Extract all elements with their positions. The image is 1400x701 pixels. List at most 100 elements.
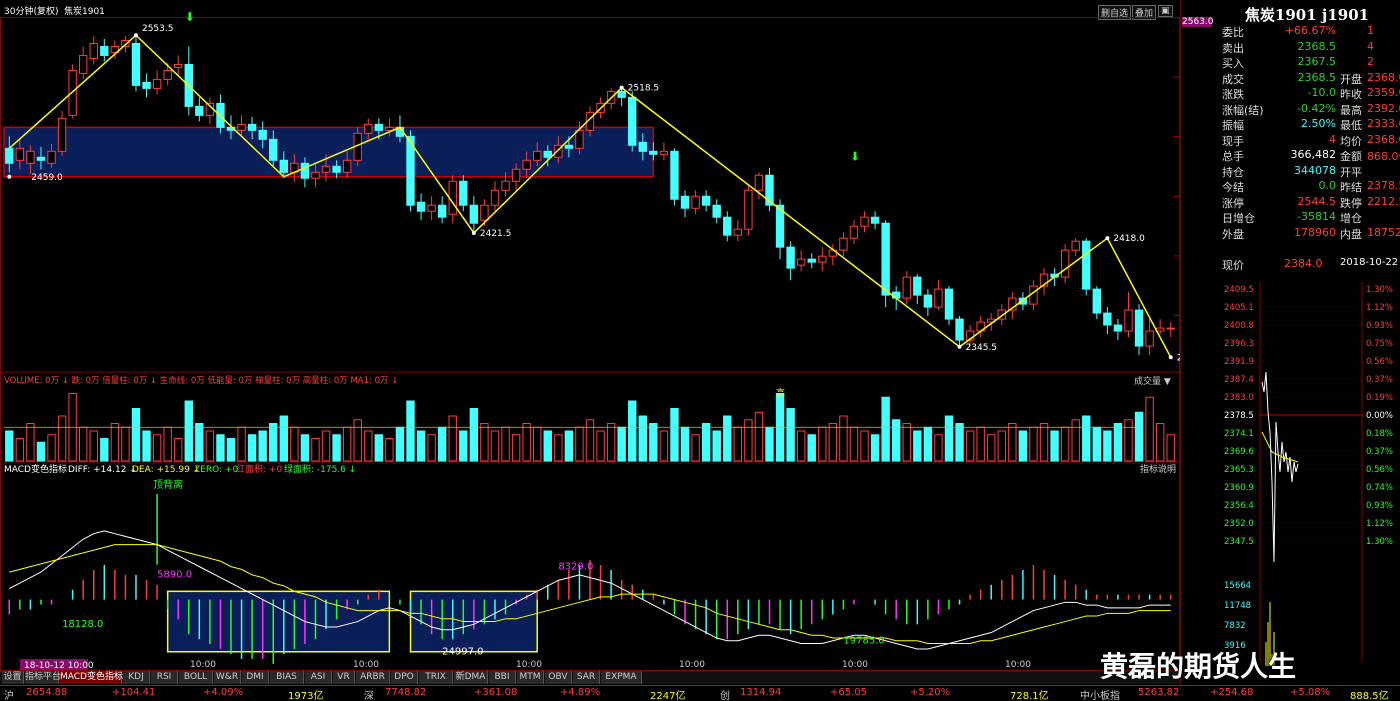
mini-pct-label: 0.00% [1366,411,1393,421]
down-arrow-icon: ⬇ [185,10,195,24]
candle-body [1113,324,1123,332]
candle-body [416,201,426,212]
volume-bar [807,434,816,462]
quote-row: 买入 2367.5 2 [1222,55,1400,69]
intraday-mini-chart[interactable]: 2409.5 2405.1 2400.8 2396.3 2391.9 2387.4 2383… [1222,282,1400,668]
volume-bar [1071,419,1080,462]
divergence-label: 顶背离 [153,478,183,491]
indicator-tab[interactable]: OBV [545,671,572,684]
indicator-tab[interactable]: DMI [242,671,269,684]
quote-value: 2367.5 [1297,55,1337,68]
candle-body [1060,249,1070,278]
time-axis-label: 10:00 [679,660,705,670]
volume-bar [332,434,341,462]
status-item: 创 [720,691,730,701]
macd-legend-zero: ZERO: +0 [194,465,238,475]
indicator-tab[interactable]: BOLL [179,671,213,684]
macd-legend-green: 绿面积: -175.6 ↓ [284,463,356,475]
indicator-tab[interactable]: RSI [151,671,178,684]
volume-menu-button[interactable]: 成交量 ▼ [1134,375,1171,387]
indicator-tab[interactable]: EXPMA [601,671,642,684]
mini-pct-label: 0.93% [1366,321,1393,331]
candle-body [385,126,394,131]
indicator-tab[interactable]: 指标平台 [25,671,61,684]
quote-row: 委比 +66.67% 1 [1222,24,1400,38]
quote-label2: 开平 [1340,165,1362,178]
indicator-tab[interactable]: W&R [214,671,241,684]
mini-pct-label: 0.19% [1366,393,1393,403]
quote-label2: 昨收 [1340,88,1362,100]
volume-bar [78,426,88,462]
volume-bar [100,438,109,462]
candle-body [712,204,721,218]
volume-bar [57,415,67,462]
status-item: 沪 [4,691,14,701]
pivot-dot [1168,355,1173,360]
indicator-tab[interactable]: DPO [391,671,418,684]
candle-body [437,204,447,218]
mini-pct-label: 0.56% [1366,465,1393,475]
candle-body [913,276,922,296]
macd-legend-diff: DIFF: +14.12 ↓ [68,465,137,475]
indicator-tab[interactable]: ARBR [356,671,390,684]
indicator-tab[interactable]: VR [333,671,355,684]
volume-bar [997,430,1006,462]
candle-body [237,123,246,131]
candle-body [36,156,46,161]
candle-body [649,150,658,155]
pivot-dot [7,174,12,179]
indicator-tab[interactable]: MACD变色指标 [60,671,123,684]
status-item: +254.68 [1210,687,1254,698]
candle-body [818,255,827,263]
indicator-tab[interactable]: TRIX [419,671,453,684]
volume-bar [723,415,732,462]
macd-value-label: 8329.0 [558,561,593,572]
candle-body [100,45,109,56]
macd-value-label: 19785.0 [843,636,884,647]
kline-chart[interactable]: 2525.62485.82446.02406.22366.42553.52459… [0,0,1180,671]
volume-bar [701,423,711,462]
volume-bar [131,408,141,462]
mini-pct-label: 0.74% [1366,483,1393,493]
indicator-tab[interactable]: BIAS [270,671,304,684]
indicator-tab[interactable]: KDJ [123,671,150,684]
candle-body [944,288,954,320]
candle-body [501,180,510,191]
volume-bar [691,434,700,462]
status-item: +4.89% [560,687,601,698]
indicator-tab[interactable]: 设置 [2,671,24,684]
volume-bar [944,415,954,462]
volume-bar [870,434,880,462]
volume-bar [1082,415,1091,462]
volume-bar [342,426,352,462]
mini-price-label: 2405.1 [1224,303,1254,313]
indicator-help-button[interactable]: 指标说明 [1140,463,1176,475]
indicator-tab[interactable]: BBI [489,671,516,684]
volume-bar [480,423,489,462]
indicator-tab[interactable]: MTM [517,671,544,684]
volume-bar [575,426,584,462]
volume-high-label: 高 [776,387,785,399]
quote-label: 振幅 [1222,119,1244,131]
indicator-tab[interactable]: ASI [305,671,332,684]
indicator-tab[interactable]: SAR [573,671,600,684]
mini-pct-label: 0.37% [1366,375,1393,385]
macd-legend-red: 红面积: +0 [236,463,282,475]
candle-body [638,141,647,152]
mini-price-label: 2352.0 [1224,519,1254,529]
quote-row: 涨跌 -10.0 昨收 2359.0 [1222,86,1400,100]
quote-label: 持仓 [1222,165,1244,178]
volume-bar [754,411,764,462]
status-item: 深 [364,691,374,701]
volume-legend: VOLUME: 0万 ↓ 跌: 0万 倍量柱: 0万 ↓ 生命线: 0万 低能量… [4,375,398,386]
mini-pct-label: 0.56% [1366,357,1393,367]
volume-bar [1103,430,1112,462]
mini-price-label: 2356.4 [1224,501,1254,511]
candle-body [1092,288,1102,314]
volume-bar [1008,423,1017,462]
candle-body [427,204,436,212]
indicator-tab[interactable]: 新DMA [454,671,488,684]
volume-bar [543,430,552,462]
candle-body [490,189,500,206]
volume-bar [638,415,647,462]
